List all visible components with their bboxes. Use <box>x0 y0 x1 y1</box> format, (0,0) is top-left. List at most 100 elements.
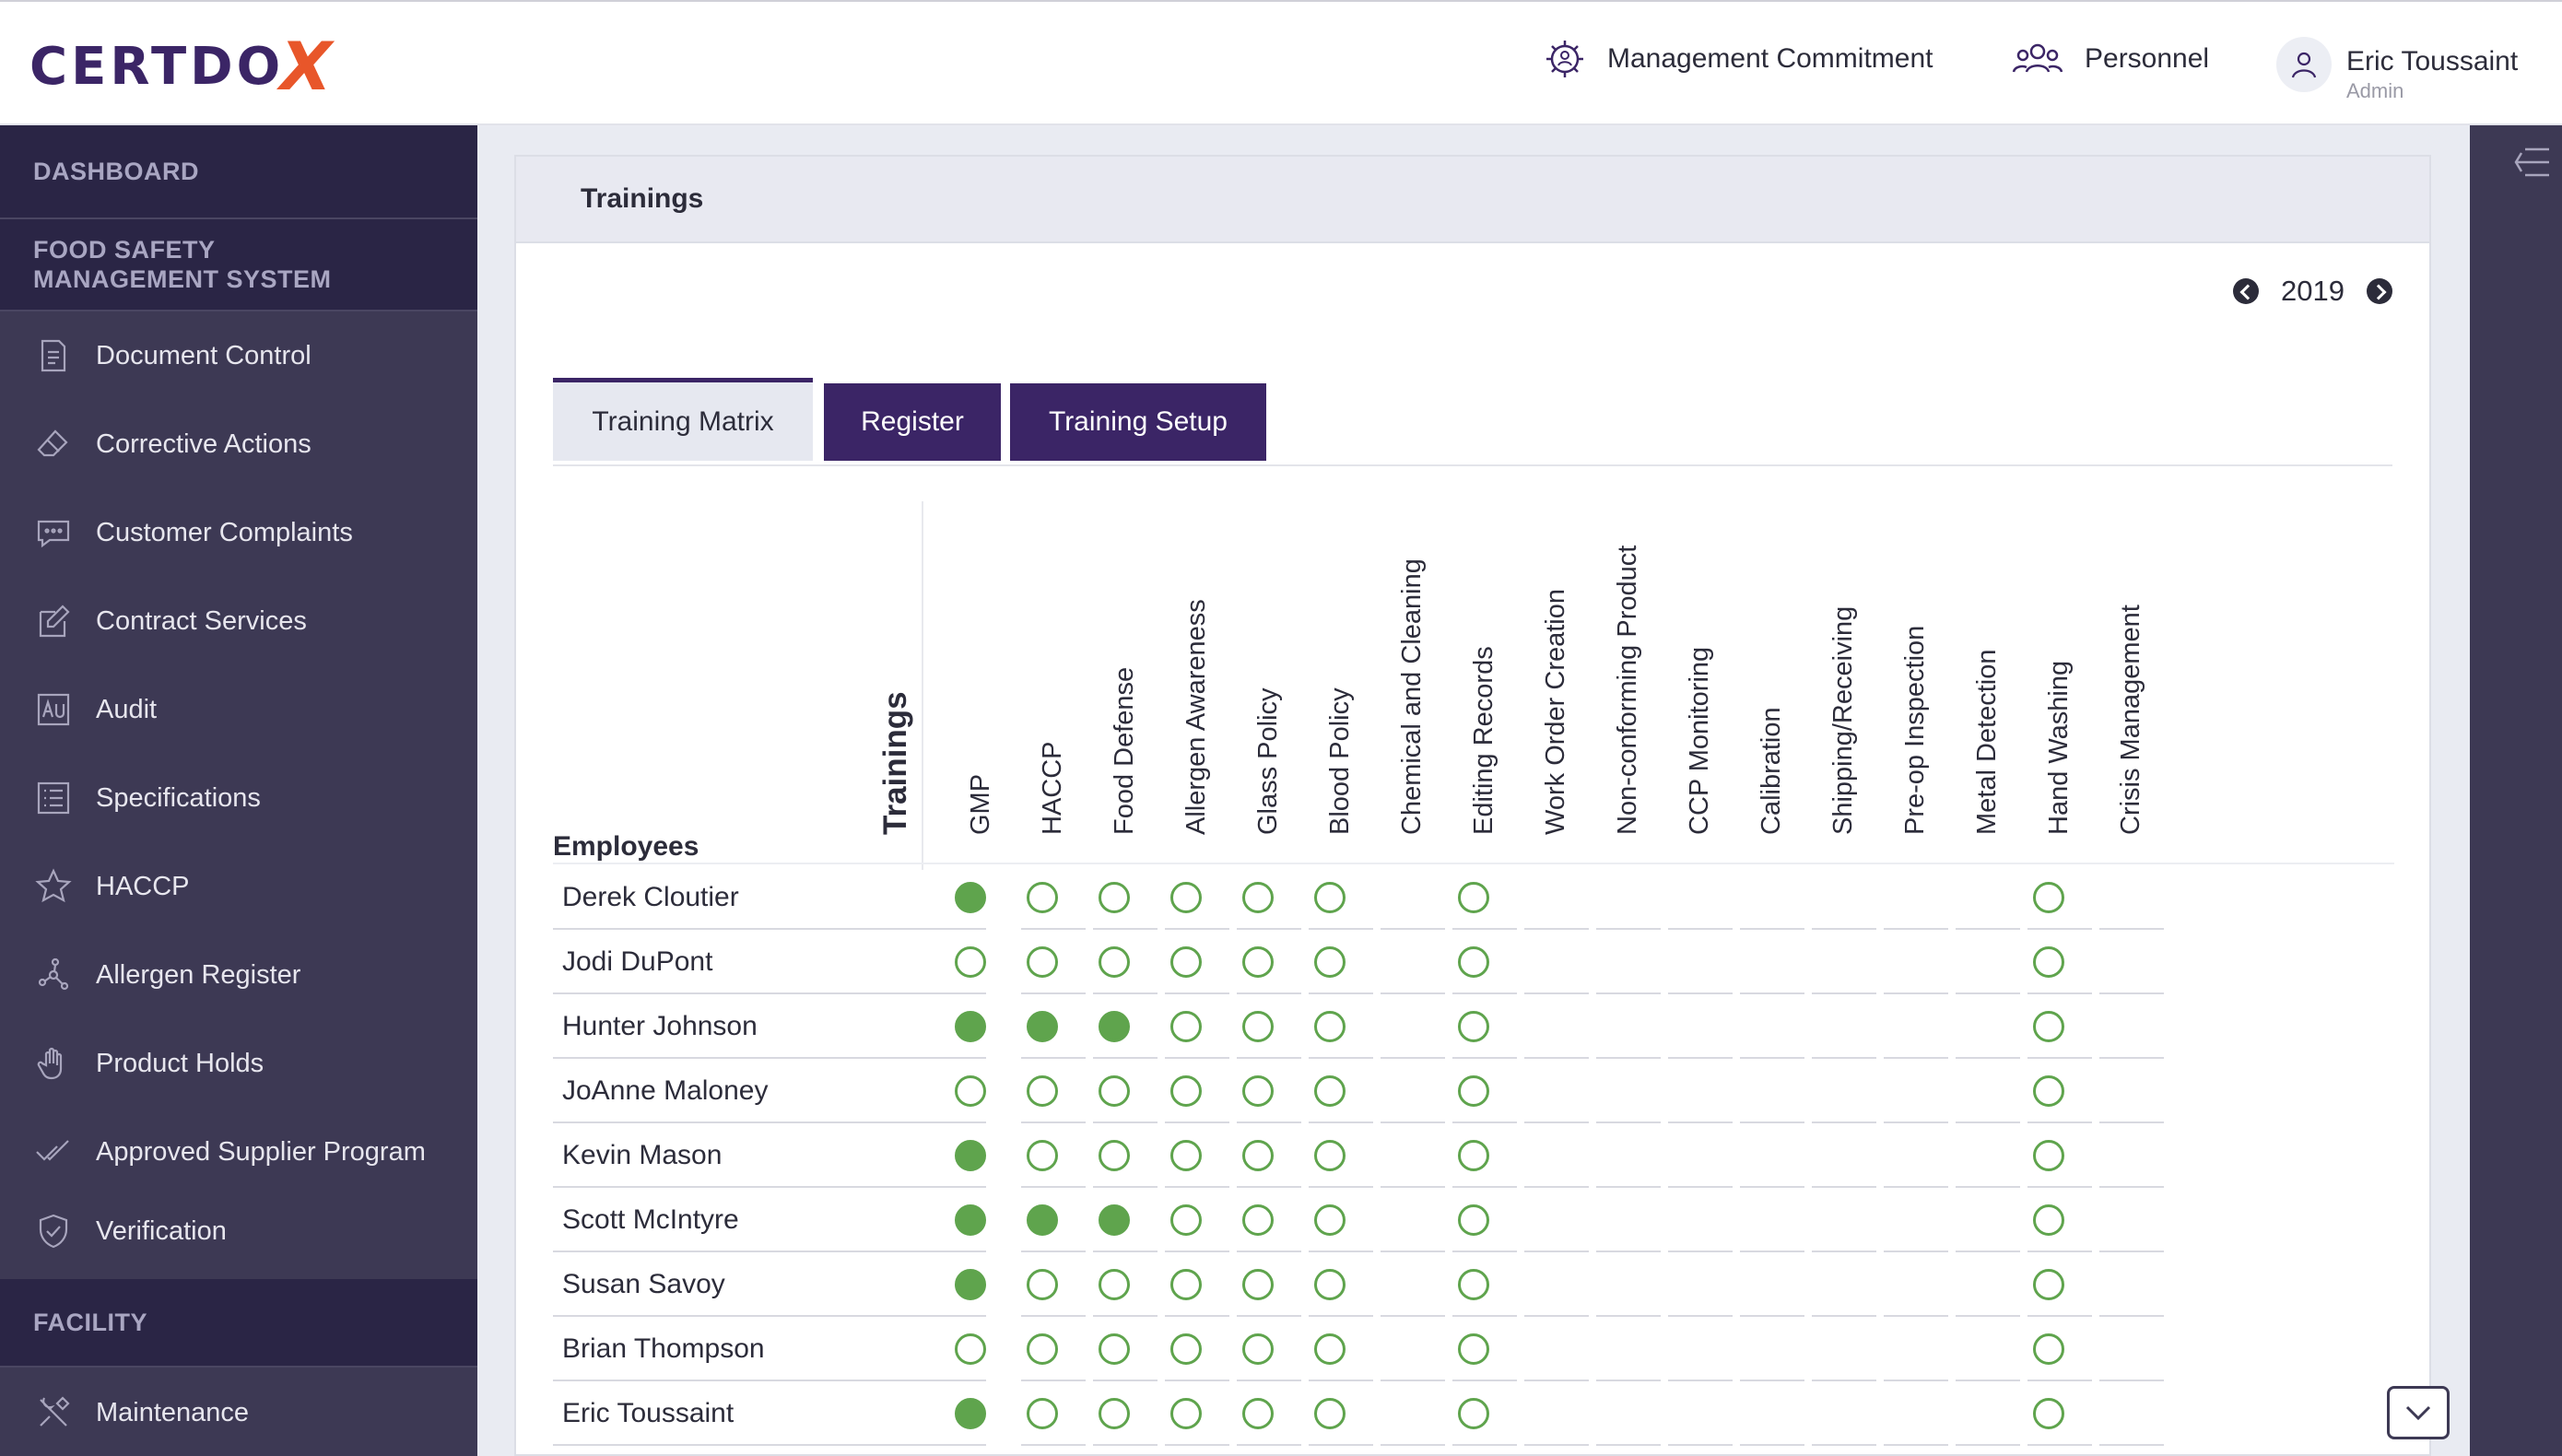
training-required-dot[interactable] <box>1170 946 1202 978</box>
certdox-logo[interactable]: CERTDO X <box>29 28 340 105</box>
user-name[interactable]: Eric Toussaint <box>2346 46 2518 77</box>
user-avatar[interactable] <box>2276 37 2332 92</box>
training-required-dot[interactable] <box>1099 1333 1130 1365</box>
employee-name[interactable]: Hunter Johnson <box>562 994 758 1059</box>
sidebar-item-customer-complaints[interactable]: Customer Complaints <box>0 488 477 577</box>
training-required-dot[interactable] <box>1458 1333 1489 1365</box>
training-required-dot[interactable] <box>1027 1075 1058 1107</box>
training-required-dot[interactable] <box>955 1075 986 1107</box>
training-required-dot[interactable] <box>1458 1398 1489 1429</box>
training-required-dot[interactable] <box>1099 1269 1130 1300</box>
training-required-dot[interactable] <box>1242 1398 1274 1429</box>
training-complete-dot[interactable] <box>1099 1011 1130 1042</box>
training-required-dot[interactable] <box>1027 882 1058 913</box>
training-required-dot[interactable] <box>1027 1269 1058 1300</box>
training-required-dot[interactable] <box>1458 1269 1489 1300</box>
tab-register[interactable]: Register <box>824 383 1001 461</box>
training-required-dot[interactable] <box>1242 1140 1274 1171</box>
training-required-dot[interactable] <box>1314 946 1346 978</box>
sidebar-item-specifications[interactable]: Specifications <box>0 754 477 842</box>
training-required-dot[interactable] <box>1027 1140 1058 1171</box>
sidebar-item-verification[interactable]: Verification <box>0 1196 477 1266</box>
training-required-dot[interactable] <box>1170 1204 1202 1236</box>
employee-name[interactable]: Kevin Mason <box>562 1123 722 1188</box>
training-required-dot[interactable] <box>1099 946 1130 978</box>
training-required-dot[interactable] <box>1242 1269 1274 1300</box>
training-required-dot[interactable] <box>955 946 986 978</box>
training-required-dot[interactable] <box>955 1333 986 1365</box>
sidebar-section-food-safety[interactable]: FOOD SAFETY MANAGEMENT SYSTEM <box>0 219 477 311</box>
training-complete-dot[interactable] <box>1099 1204 1130 1236</box>
training-required-dot[interactable] <box>1458 882 1489 913</box>
sidebar-item-corrective-actions[interactable]: Corrective Actions <box>0 400 477 488</box>
training-required-dot[interactable] <box>1242 882 1274 913</box>
training-required-dot[interactable] <box>1314 1204 1346 1236</box>
training-required-dot[interactable] <box>1458 946 1489 978</box>
nav-personnel[interactable]: Personnel <box>2009 35 2209 83</box>
training-complete-dot[interactable] <box>955 1269 986 1300</box>
training-required-dot[interactable] <box>2033 1140 2064 1171</box>
training-required-dot[interactable] <box>1170 1011 1202 1042</box>
nav-management-commitment[interactable]: Management Commitment <box>1541 35 1933 83</box>
training-required-dot[interactable] <box>1170 1269 1202 1300</box>
training-required-dot[interactable] <box>1458 1204 1489 1236</box>
employee-name[interactable]: Susan Savoy <box>562 1252 725 1317</box>
employee-name[interactable]: JoAnne Maloney <box>562 1059 768 1123</box>
training-required-dot[interactable] <box>1314 1011 1346 1042</box>
sidebar-item-document-control[interactable]: Document Control <box>0 311 477 400</box>
employee-name[interactable]: Scott McIntyre <box>562 1188 739 1252</box>
training-required-dot[interactable] <box>2033 1398 2064 1429</box>
training-required-dot[interactable] <box>1170 882 1202 913</box>
training-complete-dot[interactable] <box>955 1204 986 1236</box>
training-required-dot[interactable] <box>1314 1333 1346 1365</box>
training-required-dot[interactable] <box>1242 946 1274 978</box>
training-required-dot[interactable] <box>1170 1140 1202 1171</box>
prev-year-icon[interactable] <box>2233 278 2260 304</box>
training-required-dot[interactable] <box>1314 1075 1346 1107</box>
training-complete-dot[interactable] <box>1027 1011 1058 1042</box>
training-required-dot[interactable] <box>1458 1011 1489 1042</box>
scroll-down-button[interactable] <box>2387 1386 2450 1439</box>
training-complete-dot[interactable] <box>955 882 986 913</box>
training-required-dot[interactable] <box>1170 1333 1202 1365</box>
sidebar-section-facility[interactable]: FACILITY <box>0 1279 477 1368</box>
training-required-dot[interactable] <box>2033 1204 2064 1236</box>
training-required-dot[interactable] <box>1314 1140 1346 1171</box>
training-required-dot[interactable] <box>1314 1269 1346 1300</box>
training-required-dot[interactable] <box>1099 1140 1130 1171</box>
employee-name[interactable]: Jodi DuPont <box>562 930 712 994</box>
training-required-dot[interactable] <box>2033 1075 2064 1107</box>
training-required-dot[interactable] <box>2033 1011 2064 1042</box>
sidebar-item-contract-services[interactable]: Contract Services <box>0 577 477 665</box>
training-required-dot[interactable] <box>1242 1011 1274 1042</box>
training-required-dot[interactable] <box>1314 882 1346 913</box>
sidebar-item-product-holds[interactable]: Product Holds <box>0 1019 477 1108</box>
next-year-icon[interactable] <box>2367 278 2392 304</box>
training-required-dot[interactable] <box>1099 1398 1130 1429</box>
training-required-dot[interactable] <box>1242 1075 1274 1107</box>
training-required-dot[interactable] <box>1242 1333 1274 1365</box>
training-required-dot[interactable] <box>1170 1398 1202 1429</box>
sidebar-item-allergen-register[interactable]: Allergen Register <box>0 931 477 1019</box>
training-required-dot[interactable] <box>1458 1140 1489 1171</box>
training-required-dot[interactable] <box>1242 1204 1274 1236</box>
tab-training-matrix[interactable]: Training Matrix <box>553 378 813 461</box>
training-required-dot[interactable] <box>1170 1075 1202 1107</box>
training-required-dot[interactable] <box>1099 882 1130 913</box>
employee-name[interactable]: Brian Thompson <box>562 1317 765 1381</box>
training-required-dot[interactable] <box>2033 882 2064 913</box>
training-required-dot[interactable] <box>1458 1075 1489 1107</box>
sidebar-item-approved-supplier-program[interactable]: Approved Supplier Program <box>0 1108 477 1196</box>
training-required-dot[interactable] <box>2033 1333 2064 1365</box>
training-required-dot[interactable] <box>1027 1398 1058 1429</box>
training-complete-dot[interactable] <box>1027 1204 1058 1236</box>
employee-name[interactable]: Derek Cloutier <box>562 865 739 930</box>
collapse-menu-icon[interactable] <box>2512 144 2553 181</box>
training-required-dot[interactable] <box>2033 946 2064 978</box>
training-required-dot[interactable] <box>1314 1398 1346 1429</box>
sidebar-item-haccp[interactable]: HACCP <box>0 842 477 931</box>
training-complete-dot[interactable] <box>955 1398 986 1429</box>
training-required-dot[interactable] <box>1099 1075 1130 1107</box>
tab-training-setup[interactable]: Training Setup <box>1010 383 1266 461</box>
training-complete-dot[interactable] <box>955 1011 986 1042</box>
